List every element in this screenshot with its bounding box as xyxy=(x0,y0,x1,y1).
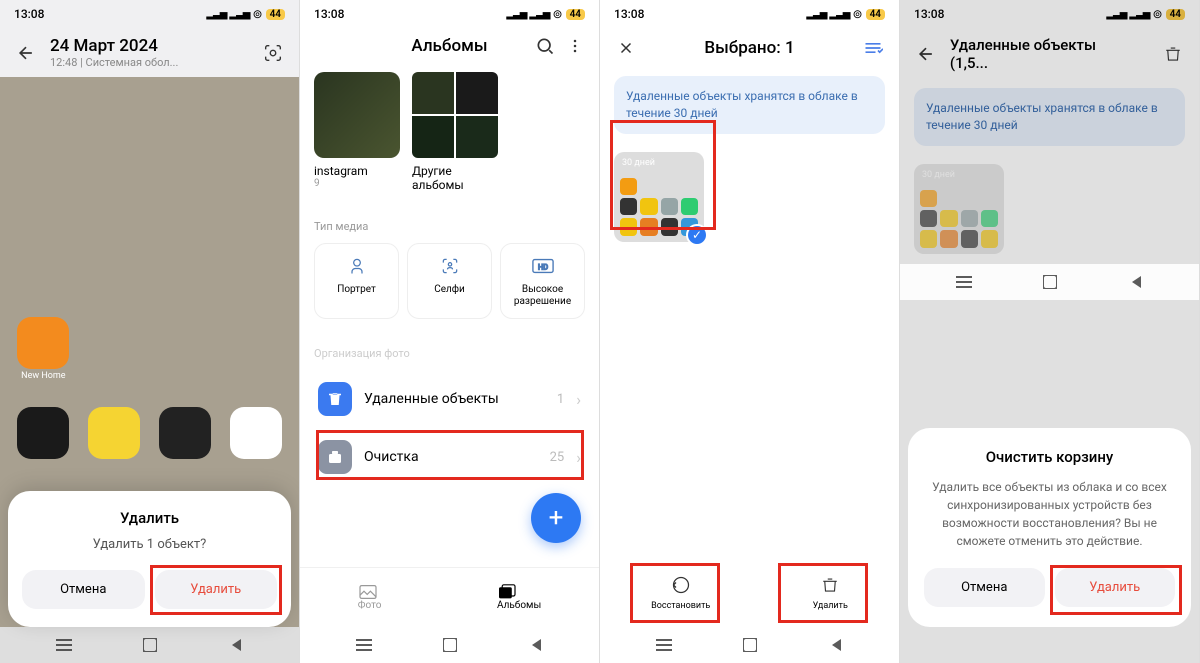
sheet-title: Удалить xyxy=(22,509,277,527)
clock: 13:08 xyxy=(14,7,44,21)
highlight xyxy=(316,430,584,480)
sheet-message: Удалить 1 объект? xyxy=(22,537,277,552)
page-title: Альбомы xyxy=(411,36,487,56)
clock: 13:08 xyxy=(314,7,344,21)
section-label: Организация фото xyxy=(314,347,585,360)
close-button[interactable] xyxy=(614,36,638,60)
page-subtitle: 12:48 | Системная обол... xyxy=(50,56,249,69)
app-icon xyxy=(159,407,211,459)
tab-photos[interactable]: Фото xyxy=(358,584,382,611)
battery-icon: 44 xyxy=(266,9,285,20)
media-type-selfie[interactable]: Селфи xyxy=(407,243,492,319)
sheet-message: Удалить все объекты из облака и со всех … xyxy=(924,478,1175,550)
signal-icon: ▂▃▅ xyxy=(229,9,249,20)
album-name: instagram xyxy=(314,164,400,178)
nav-home-icon[interactable] xyxy=(143,638,157,652)
nav-back-icon[interactable] xyxy=(529,637,543,653)
status-bar: 13:08 ▂▃▅▂▃▅ ⊚44 xyxy=(300,0,599,28)
album-thumbnail xyxy=(314,72,400,158)
nav-menu-icon[interactable] xyxy=(656,637,672,653)
highlight xyxy=(630,563,720,623)
cancel-button[interactable]: Отмена xyxy=(924,568,1045,607)
app-icon xyxy=(88,407,140,459)
app-icon xyxy=(17,407,69,459)
media-type-hd[interactable]: HDВысокое разрешение xyxy=(500,243,585,319)
signal-icon: ▂▃▅ xyxy=(206,9,226,20)
signal-icon: ▂▃▅ xyxy=(829,9,849,20)
signal-icon: ▂▃▅ xyxy=(529,9,549,20)
list-item-label: Удаленные объекты xyxy=(364,391,545,407)
status-bar: 13:08 ▂▃▅▂▃▅ ⊚44 xyxy=(600,0,899,28)
nav-home-icon[interactable] xyxy=(1043,275,1057,289)
section-label: Тип медиа xyxy=(314,220,585,233)
selection-count: Выбрано: 1 xyxy=(704,38,794,58)
highlight xyxy=(610,120,716,230)
hd-icon: HD xyxy=(505,254,580,278)
wifi-icon: ⊚ xyxy=(853,7,863,21)
app-icon xyxy=(17,317,69,369)
highlight xyxy=(150,565,282,615)
status-bar: 13:08 ▂▃▅▂▃▅ ⊚44 xyxy=(0,0,299,28)
clock: 13:08 xyxy=(614,7,644,21)
album-thumbnail xyxy=(412,72,498,158)
portrait-icon xyxy=(319,254,394,278)
app-icon xyxy=(230,407,282,459)
add-button[interactable]: + xyxy=(531,493,581,543)
signal-icon: ▂▃▅ xyxy=(806,9,826,20)
selfie-icon xyxy=(412,254,487,278)
svg-text:HD: HD xyxy=(537,263,547,272)
trash-icon xyxy=(318,382,352,416)
nav-home-icon[interactable] xyxy=(743,638,757,652)
nav-back-icon[interactable] xyxy=(229,637,243,653)
more-button[interactable] xyxy=(563,34,587,58)
highlight xyxy=(778,563,868,623)
app-label: New Home xyxy=(14,371,73,381)
deleted-items-row[interactable]: Удаленные объекты 1 › xyxy=(314,370,585,428)
page-title: 24 Март 2024 xyxy=(50,36,249,56)
highlight xyxy=(1050,565,1182,615)
select-all-button[interactable] xyxy=(861,36,885,60)
sheet-title: Очистить корзину xyxy=(924,448,1175,466)
nav-menu-icon[interactable] xyxy=(56,637,72,653)
wifi-icon: ⊚ xyxy=(253,7,263,21)
album-name: Другие альбомы xyxy=(412,164,498,192)
album-item[interactable]: instagram 9 xyxy=(314,72,400,192)
back-button[interactable] xyxy=(14,41,38,65)
nav-menu-icon[interactable] xyxy=(956,274,972,290)
nav-back-icon[interactable] xyxy=(1129,274,1143,290)
search-button[interactable] xyxy=(533,34,557,58)
media-type-portrait[interactable]: Портрет xyxy=(314,243,399,319)
chevron-right-icon: › xyxy=(576,390,581,409)
nav-back-icon[interactable] xyxy=(829,637,843,653)
album-item[interactable]: Другие альбомы xyxy=(412,72,498,192)
cancel-button[interactable]: Отмена xyxy=(22,570,145,609)
nav-home-icon[interactable] xyxy=(443,638,457,652)
nav-menu-icon[interactable] xyxy=(356,637,372,653)
lens-button[interactable] xyxy=(261,41,285,65)
battery-icon: 44 xyxy=(866,9,885,20)
wifi-icon: ⊚ xyxy=(553,7,563,21)
tab-albums[interactable]: Альбомы xyxy=(497,584,541,611)
album-count: 9 xyxy=(314,178,400,189)
list-item-count: 1 xyxy=(557,392,564,407)
signal-icon: ▂▃▅ xyxy=(506,9,526,20)
battery-icon: 44 xyxy=(566,9,585,20)
